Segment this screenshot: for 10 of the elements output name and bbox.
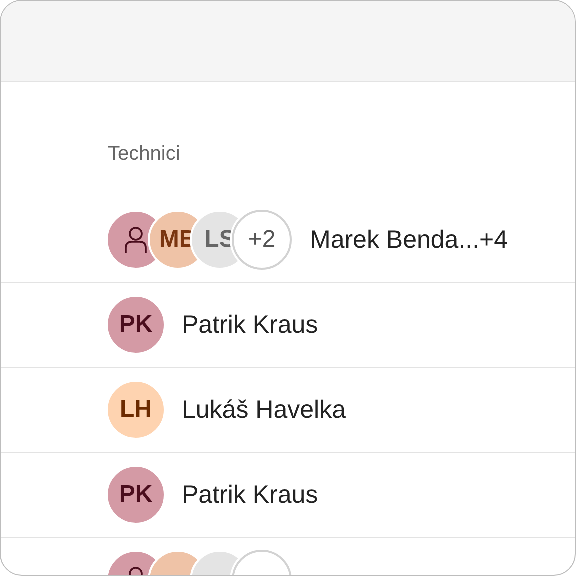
avatar: PK	[106, 295, 166, 355]
person-icon	[124, 226, 148, 254]
avatar: LH	[106, 380, 166, 440]
avatar: PK	[106, 465, 166, 525]
more-count-avatar: +2	[232, 210, 292, 270]
technician-name: Marek Benda...+4	[310, 226, 508, 254]
section-label: Technici	[107, 142, 182, 166]
technician-name: Lukáš Havelka	[182, 396, 346, 424]
technician-name: Patrik Kraus	[182, 310, 318, 340]
technician-name: Patrik Kraus	[182, 480, 318, 510]
